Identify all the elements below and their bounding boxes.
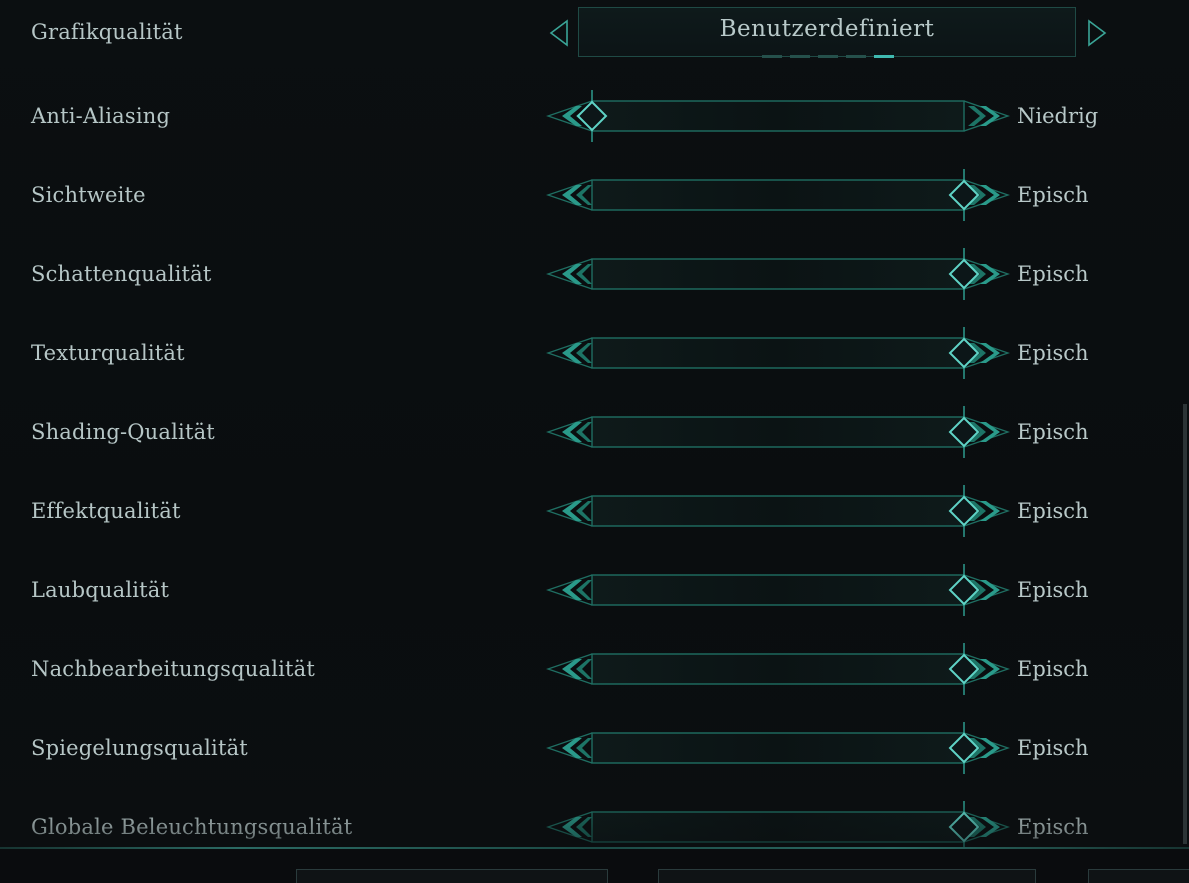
graphics-settings-panel: Grafikqualität Benutzerdefiniert Anti-Al… (0, 0, 1189, 883)
diamond-thumb-icon[interactable] (948, 406, 980, 458)
quality-slider[interactable] (546, 562, 1010, 618)
preset-page-dot (874, 55, 894, 58)
setting-value: Episch (1017, 420, 1089, 444)
setting-row: Effektqualität Episch (0, 481, 1189, 541)
setting-label: Nachbearbeitungsqualität (31, 657, 316, 681)
scrollbar-thumb[interactable] (1183, 404, 1187, 844)
slider-track[interactable] (591, 179, 965, 211)
quality-slider[interactable] (546, 483, 1010, 539)
double-chevron-left-icon[interactable] (546, 416, 593, 448)
setting-row: Shading-Qualität Episch (0, 402, 1189, 462)
slider-track[interactable] (591, 811, 965, 843)
preset-next-button[interactable] (1083, 18, 1109, 48)
setting-value: Niedrig (1017, 104, 1099, 128)
bottom-tab-2[interactable] (658, 869, 1036, 883)
bottom-bar (0, 847, 1189, 883)
double-chevron-left-icon[interactable] (546, 179, 593, 211)
setting-label: Laubqualität (31, 578, 170, 602)
setting-label: Schattenqualität (31, 262, 212, 286)
graphics-quality-label: Grafikqualität (31, 20, 183, 44)
quality-slider[interactable] (546, 167, 1010, 223)
triangle-left-icon (549, 19, 568, 47)
quality-slider[interactable] (546, 88, 1010, 144)
preset-page-dot (818, 55, 838, 58)
preset-value: Benutzerdefiniert (719, 16, 935, 42)
diamond-thumb-icon[interactable] (948, 327, 980, 379)
quality-slider[interactable] (546, 325, 1010, 381)
double-chevron-left-icon[interactable] (546, 811, 593, 843)
double-chevron-left-icon[interactable] (546, 495, 593, 527)
triangle-right-icon (1088, 19, 1107, 47)
graphics-quality-row: Grafikqualität Benutzerdefiniert (0, 2, 1189, 62)
preset-page-dot (790, 55, 810, 58)
quality-slider[interactable] (546, 720, 1010, 776)
diamond-thumb-icon[interactable] (576, 90, 608, 142)
setting-label: Sichtweite (31, 183, 146, 207)
setting-value: Episch (1017, 657, 1089, 681)
setting-row: Schattenqualität Episch (0, 244, 1189, 304)
setting-label: Texturqualität (31, 341, 185, 365)
diamond-thumb-icon[interactable] (948, 801, 980, 853)
setting-row: Laubqualität Episch (0, 560, 1189, 620)
slider-track[interactable] (591, 337, 965, 369)
quality-slider[interactable] (546, 641, 1010, 697)
quality-slider[interactable] (546, 404, 1010, 460)
bottom-divider (0, 847, 1189, 849)
slider-track[interactable] (591, 258, 965, 290)
slider-track[interactable] (591, 416, 965, 448)
quality-slider[interactable] (546, 246, 1010, 302)
setting-label: Effektqualität (31, 499, 181, 523)
setting-value: Episch (1017, 262, 1089, 286)
preset-page-dot (762, 55, 782, 58)
double-chevron-left-icon[interactable] (546, 258, 593, 290)
diamond-thumb-icon[interactable] (948, 169, 980, 221)
setting-row: Sichtweite Episch (0, 165, 1189, 225)
bottom-tab-1[interactable] (296, 869, 608, 883)
slider-track[interactable] (591, 100, 965, 132)
setting-row: Texturqualität Episch (0, 323, 1189, 383)
setting-label: Shading-Qualität (31, 420, 215, 444)
double-chevron-left-icon[interactable] (546, 653, 593, 685)
diamond-thumb-icon[interactable] (948, 643, 980, 695)
setting-row: Anti-Aliasing Niedrig (0, 86, 1189, 146)
slider-track[interactable] (591, 574, 965, 606)
preset-prev-button[interactable] (547, 18, 573, 48)
double-chevron-right-icon[interactable] (963, 100, 1010, 132)
setting-label: Anti-Aliasing (31, 104, 171, 128)
diamond-thumb-icon[interactable] (948, 248, 980, 300)
diamond-thumb-icon[interactable] (948, 722, 980, 774)
double-chevron-left-icon[interactable] (546, 574, 593, 606)
bottom-tab-3[interactable] (1088, 869, 1189, 883)
preset-page-dot (846, 55, 866, 58)
setting-row: Spiegelungsqualität Episch (0, 718, 1189, 778)
slider-track[interactable] (591, 495, 965, 527)
setting-value: Episch (1017, 736, 1089, 760)
preset-selector[interactable]: Benutzerdefiniert (578, 7, 1076, 58)
slider-track[interactable] (591, 732, 965, 764)
setting-value: Episch (1017, 578, 1089, 602)
diamond-thumb-icon[interactable] (948, 564, 980, 616)
setting-value: Episch (1017, 499, 1089, 523)
double-chevron-left-icon[interactable] (546, 732, 593, 764)
double-chevron-left-icon[interactable] (546, 337, 593, 369)
setting-value: Episch (1017, 341, 1089, 365)
diamond-thumb-icon[interactable] (948, 485, 980, 537)
preset-page-indicator (762, 55, 894, 58)
setting-label: Spiegelungsqualität (31, 736, 248, 760)
setting-value: Episch (1017, 183, 1089, 207)
setting-row: Nachbearbeitungsqualität Episch (0, 639, 1189, 699)
slider-track[interactable] (591, 653, 965, 685)
